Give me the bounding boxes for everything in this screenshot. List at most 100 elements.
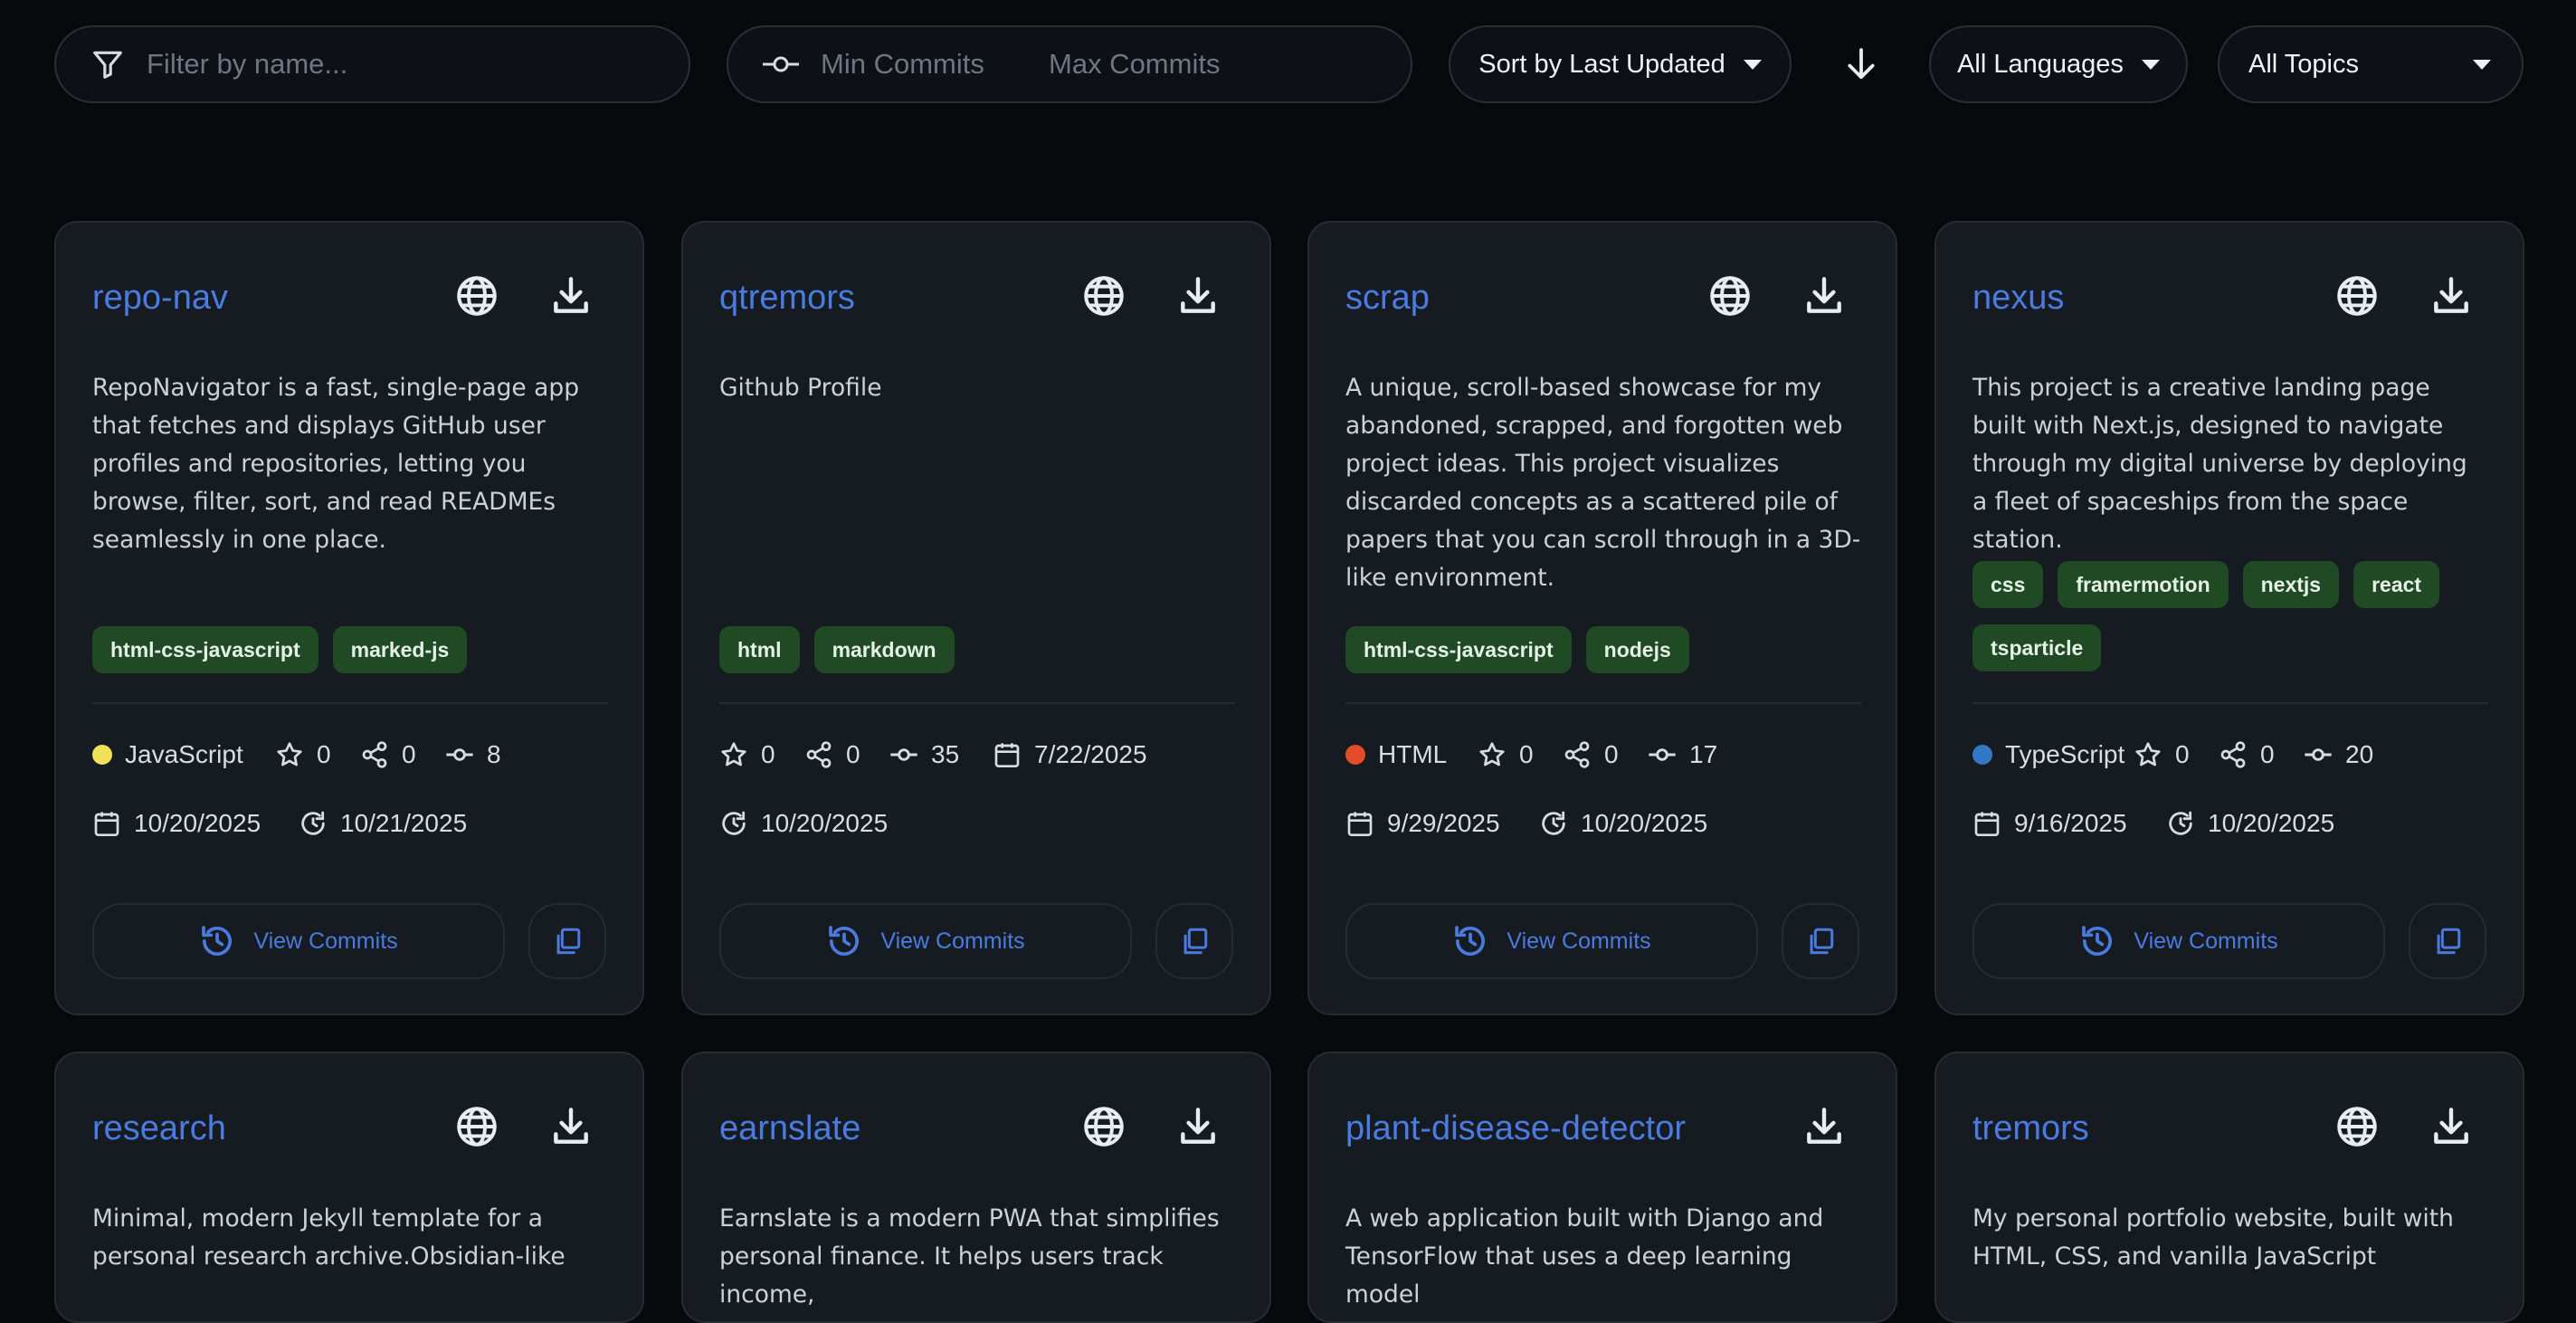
min-commits-input[interactable] (819, 47, 1031, 81)
topic-tag[interactable]: react (2353, 561, 2440, 608)
forks-count: 0 (1604, 740, 1619, 768)
max-commits-input[interactable] (1047, 47, 1322, 81)
history-icon (2079, 923, 2115, 959)
view-commits-label: View Commits (2134, 928, 2278, 954)
repo-description: Github Profile (719, 374, 882, 402)
repo-card: research Minimal, modern Jekyll template… (54, 1052, 644, 1323)
stars-count: 0 (761, 740, 775, 768)
created-date: 10/20/2025 (92, 809, 261, 838)
copy-icon (2432, 926, 2463, 957)
star-icon (719, 740, 748, 769)
topic-list: html markdown (719, 626, 1242, 690)
stars-count: 0 (1519, 740, 1534, 768)
download-icon[interactable] (1801, 1104, 1847, 1149)
download-icon[interactable] (1175, 1104, 1221, 1149)
copy-button[interactable] (2409, 903, 2486, 979)
repo-name-link[interactable]: nexus (1972, 279, 2064, 318)
repo-description: A unique, scroll-based showcase for my a… (1345, 374, 1861, 592)
commits-stat: 20 (2304, 740, 2373, 769)
repo-name-link[interactable]: repo-nav (92, 279, 228, 318)
sort-select[interactable]: Sort by Last Updated (1449, 25, 1792, 103)
topic-tag[interactable]: html-css-javascript (92, 626, 318, 673)
topic-tag[interactable]: css (1972, 561, 2044, 608)
forks-stat: 0 (1563, 740, 1619, 769)
divider (92, 702, 608, 704)
history-icon (826, 923, 862, 959)
copy-button[interactable] (1155, 903, 1233, 979)
download-icon[interactable] (548, 273, 594, 319)
topic-tag[interactable]: markdown (813, 626, 955, 673)
download-icon[interactable] (1801, 273, 1847, 319)
download-icon[interactable] (548, 1104, 594, 1149)
globe-icon[interactable] (1707, 273, 1753, 319)
star-icon (1478, 740, 1507, 769)
view-commits-button[interactable]: View Commits (1345, 903, 1758, 979)
topic-tag[interactable]: nodejs (1585, 626, 1689, 673)
created-date: 9/29/2025 (1345, 809, 1500, 838)
repo-card: repo-nav RepoNavigator is a fast, single… (54, 221, 644, 1015)
updated-date: 10/20/2025 (719, 809, 888, 838)
topic-tag[interactable]: html (719, 626, 800, 673)
stars-count: 0 (317, 740, 331, 768)
updated-icon (719, 809, 748, 838)
copy-button[interactable] (1782, 903, 1859, 979)
repo-name-link[interactable]: research (92, 1109, 226, 1148)
copy-icon (1179, 926, 1210, 957)
repo-description: A web application built with Django and … (1345, 1204, 1824, 1309)
sort-direction-button[interactable] (1837, 38, 1886, 90)
name-filter[interactable] (54, 25, 690, 103)
repo-name-link[interactable]: tremors (1972, 1109, 2089, 1148)
created-date-text: 9/29/2025 (1387, 809, 1500, 837)
repo-name-link[interactable]: plant-disease-detector (1345, 1109, 1686, 1148)
share-icon (360, 740, 389, 769)
repo-card: tremors My personal portfolio website, b… (1934, 1052, 2524, 1323)
topic-tag[interactable]: framermotion (2058, 561, 2229, 608)
commits-stat: 17 (1648, 740, 1717, 769)
download-icon[interactable] (1175, 273, 1221, 319)
topic-select[interactable]: All Topics (2218, 25, 2524, 103)
view-commits-label: View Commits (1507, 928, 1651, 954)
repo-name-link[interactable]: earnslate (719, 1109, 860, 1148)
topic-tag[interactable]: marked-js (332, 626, 468, 673)
topic-tag[interactable]: html-css-javascript (1345, 626, 1572, 673)
globe-icon[interactable] (2334, 273, 2380, 319)
view-commits-label: View Commits (880, 928, 1025, 954)
repo-description: RepoNavigator is a fast, single-page app… (92, 374, 580, 554)
created-date: 7/22/2025 (993, 740, 1147, 769)
forks-count: 0 (402, 740, 416, 768)
calendar-icon (92, 809, 121, 838)
globe-icon[interactable] (1081, 1104, 1126, 1149)
history-icon (1452, 923, 1488, 959)
topic-tag[interactable]: tsparticle (1972, 624, 2102, 671)
language-stat: JavaScript (92, 740, 243, 769)
view-commits-button[interactable]: View Commits (92, 903, 505, 979)
forks-count: 0 (2260, 740, 2275, 768)
download-icon[interactable] (2429, 1104, 2474, 1149)
created-date: 9/16/2025 (1972, 809, 2127, 838)
divider (719, 702, 1235, 704)
commits-count: 20 (2345, 740, 2374, 768)
calendar-icon (1345, 809, 1374, 838)
copy-button[interactable] (528, 903, 606, 979)
globe-icon[interactable] (454, 273, 499, 319)
repo-description: Earnslate is a modern PWA that simplifie… (719, 1204, 1220, 1309)
globe-icon[interactable] (2334, 1104, 2380, 1149)
globe-icon[interactable] (1081, 273, 1126, 319)
forks-stat: 0 (360, 740, 416, 769)
view-commits-button[interactable]: View Commits (1972, 903, 2385, 979)
language-select[interactable]: All Languages (1929, 25, 2188, 103)
commit-range-filter (727, 25, 1412, 103)
commit-icon (2304, 740, 2333, 769)
divider (1345, 702, 1861, 704)
name-filter-input[interactable] (145, 47, 655, 81)
topic-tag[interactable]: nextjs (2242, 561, 2340, 608)
topic-list: html-css-javascript marked-js (92, 626, 615, 690)
view-commits-button[interactable]: View Commits (719, 903, 1132, 979)
updated-date: 10/20/2025 (2166, 809, 2334, 838)
repo-name-link[interactable]: qtremors (719, 279, 855, 318)
language-label: JavaScript (125, 740, 243, 768)
repo-name-link[interactable]: scrap (1345, 279, 1430, 318)
star-icon (275, 740, 304, 769)
download-icon[interactable] (2429, 273, 2474, 319)
globe-icon[interactable] (454, 1104, 499, 1149)
